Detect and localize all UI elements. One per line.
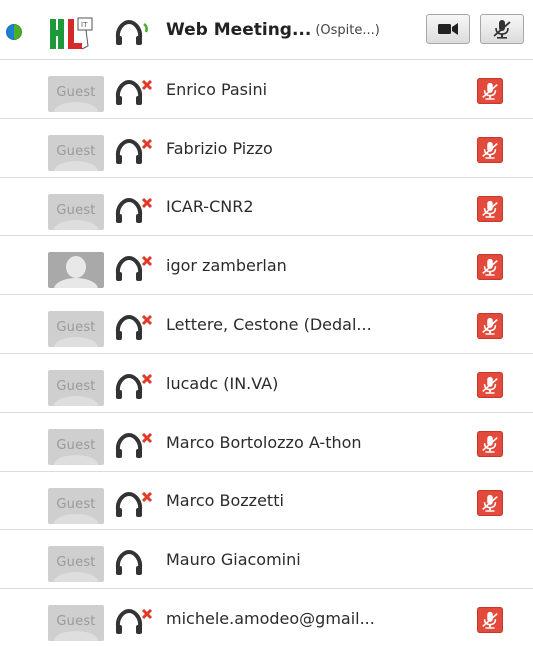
- participant-name: igor zamberlan: [166, 256, 287, 276]
- guest-avatar: Guest: [48, 546, 104, 583]
- participant-row[interactable]: Guest Mauro Giacomini: [0, 530, 533, 590]
- mute-button[interactable]: [477, 607, 503, 634]
- mute-button[interactable]: [477, 136, 503, 163]
- headset-disconnected-icon: [116, 432, 153, 458]
- participant-row[interactable]: Guest michele.amodeo@gmail...: [0, 589, 533, 647]
- headset-icon: [116, 550, 142, 576]
- mute-button[interactable]: [477, 78, 503, 104]
- headset-disconnected-icon: [116, 256, 153, 282]
- svg-text:IT: IT: [81, 21, 88, 29]
- microphone-muted-icon: [482, 200, 498, 218]
- guest-avatar: Guest: [48, 369, 104, 406]
- participant-row[interactable]: Guest ICAR-CNR2: [0, 178, 533, 237]
- microphone-muted-icon: [482, 141, 498, 159]
- user-avatar: [48, 252, 104, 289]
- guest-avatar: Guest: [48, 487, 104, 524]
- microphone-muted-icon: [482, 318, 498, 335]
- microphone-muted-icon: [493, 20, 511, 39]
- participant-row[interactable]: Guest Fabrizio Pizzo: [0, 119, 533, 178]
- headset-disconnected-icon: [116, 491, 153, 517]
- participant-name: Enrico Pasini: [166, 79, 268, 99]
- headset-connected-icon: [116, 20, 148, 45]
- microphone-muted-icon: [482, 494, 498, 512]
- guest-avatar: Guest: [48, 428, 104, 465]
- mute-button[interactable]: [477, 489, 503, 516]
- video-toggle-button[interactable]: [426, 14, 470, 44]
- microphone-muted-icon: [482, 435, 498, 453]
- status-globe-icon: [6, 24, 22, 40]
- headset-disconnected-icon: [116, 609, 153, 635]
- headset-disconnected-icon: [116, 80, 153, 105]
- microphone-muted-icon: [482, 259, 498, 277]
- participant-name: Marco Bortolozzo A-thon: [166, 432, 362, 452]
- logo: IT: [48, 16, 104, 52]
- meeting-title-text: Web Meeting...: [166, 20, 312, 40]
- microphone-toggle-button[interactable]: [480, 14, 524, 44]
- mute-button[interactable]: [477, 371, 503, 398]
- headset-disconnected-icon: [116, 197, 153, 223]
- participant-row[interactable]: Guest Enrico Pasini: [0, 60, 533, 119]
- mute-button[interactable]: [477, 313, 503, 340]
- guest-avatar: Guest: [48, 311, 104, 348]
- participant-name: Fabrizio Pizzo: [166, 138, 273, 158]
- mute-button[interactable]: [477, 430, 503, 457]
- guest-avatar: Guest: [48, 193, 104, 230]
- participant-name: ICAR-CNR2: [166, 197, 254, 217]
- video-camera-icon: [438, 23, 458, 35]
- participant-name: michele.amodeo@gmail...: [166, 609, 375, 629]
- guest-avatar: Guest: [48, 605, 104, 642]
- microphone-muted-icon: [482, 376, 498, 394]
- headset-disconnected-icon: [116, 373, 153, 399]
- participant-name: Mauro Giacomini: [166, 550, 301, 570]
- microphone-muted-icon: [482, 82, 498, 100]
- participant-name: Lettere, Cestone (Dedal...: [166, 315, 372, 335]
- guest-avatar: Guest: [48, 76, 104, 112]
- meeting-title: Web Meeting... (Ospite...): [166, 0, 380, 60]
- mute-button[interactable]: [477, 195, 503, 222]
- participant-row[interactable]: igor zamberlan: [0, 236, 533, 296]
- user-role: (Ospite...): [315, 22, 380, 38]
- participant-row[interactable]: Guest Lettere, Cestone (Dedal...: [0, 295, 533, 354]
- participants-list: IT Web Meeting... (Ospite...) Guest Enri…: [0, 0, 533, 647]
- mute-button[interactable]: [477, 254, 503, 281]
- meeting-header-row: IT Web Meeting... (Ospite...): [0, 0, 533, 60]
- microphone-muted-icon: [482, 611, 498, 629]
- participant-row[interactable]: Guest lucadc (IN.VA): [0, 354, 533, 413]
- guest-avatar: Guest: [48, 134, 104, 171]
- participant-name: lucadc (IN.VA): [166, 373, 279, 393]
- headset-disconnected-icon: [116, 138, 153, 164]
- participant-name: Marco Bozzetti: [166, 491, 284, 511]
- participant-row[interactable]: Guest Marco Bortolozzo A-thon: [0, 413, 533, 472]
- participant-row[interactable]: Guest Marco Bozzetti: [0, 472, 533, 531]
- headset-disconnected-icon: [116, 315, 153, 341]
